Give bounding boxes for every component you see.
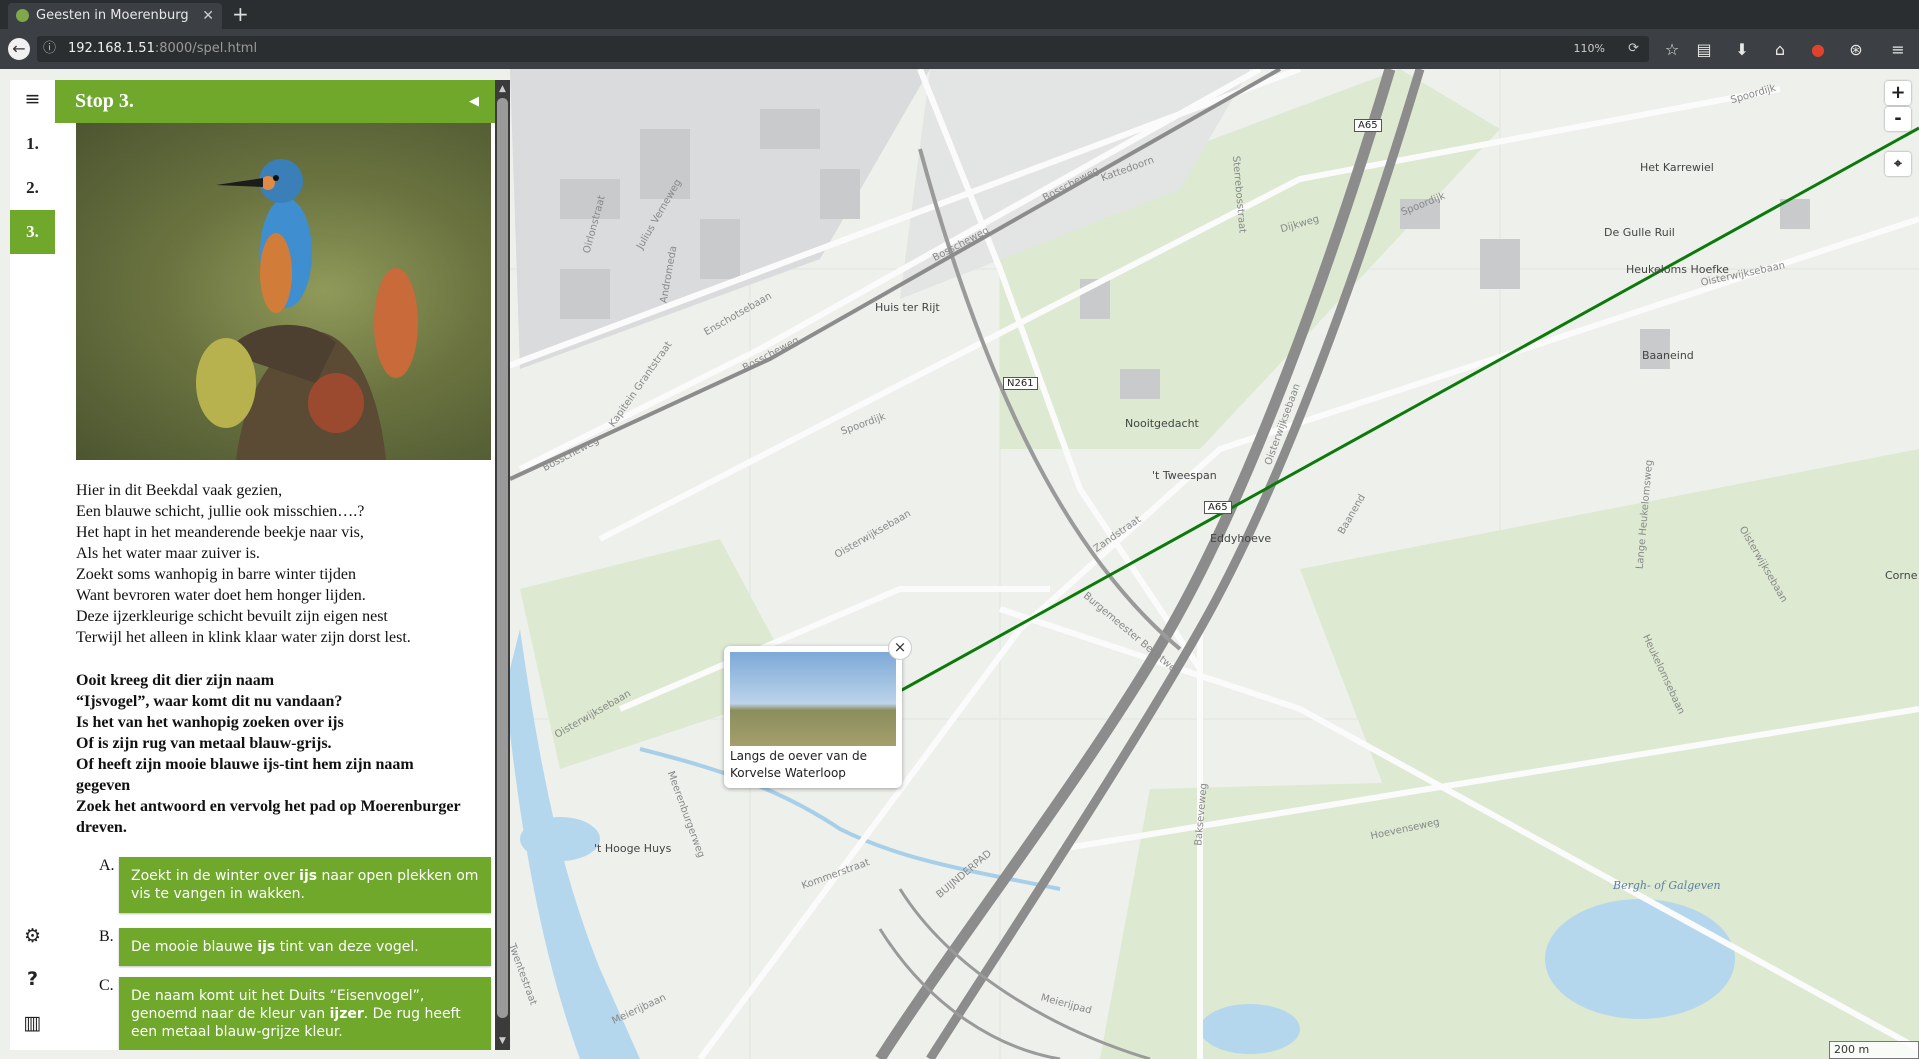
lake-label: Bergh- of Galgeven xyxy=(1613,879,1721,892)
road-shield: A65 xyxy=(1354,119,1382,132)
sidebar-item-stop-1[interactable]: 1. xyxy=(10,122,55,166)
place-label: Nooitgedacht xyxy=(1125,417,1199,430)
poem-line: Een blauwe schicht, jullie ook misschien… xyxy=(76,503,365,520)
question-line: Of heeft zijn mooie blauwe ijs-tint hem … xyxy=(76,756,414,794)
hamburger-icon[interactable]: ≡ xyxy=(10,88,55,110)
sidebar-item-stop-2[interactable]: 2. xyxy=(10,166,55,210)
place-label: Huis ter Rijt xyxy=(875,301,940,314)
answer-option-c[interactable]: De naam komt uit het Duits “Eisenvogel”,… xyxy=(119,977,491,1050)
zoom-in-button[interactable]: + xyxy=(1885,81,1911,105)
stop-panel: Stop 3. ◀ Hier in dit Beekdal vaak gezie… xyxy=(55,80,495,1050)
road-shield: N261 xyxy=(1003,377,1038,390)
location-pin-icon[interactable]: ⌖ xyxy=(1885,152,1911,176)
question-line: “Ijsvogel”, waar komt dit nu vandaan? xyxy=(76,693,343,710)
tab-title: Geesten in Moerenburg xyxy=(36,8,189,23)
question-line: Ooit kreeg dit dier zijn naam xyxy=(76,672,275,689)
scrollbar-thumb[interactable] xyxy=(497,98,508,1018)
sync-icon[interactable]: ⊛ xyxy=(1843,37,1869,63)
poem-line: Het hapt in het meanderende beekje naar … xyxy=(76,524,364,541)
gear-icon[interactable]: ⚙ xyxy=(10,925,55,947)
popup-caption: Langs de oever van de Korvelse Waterloop xyxy=(730,749,867,780)
option-letter: C. xyxy=(99,977,114,994)
question-line: Of is zijn rug van metaal blauw-grijs. xyxy=(76,735,332,752)
kingfisher-image xyxy=(76,123,491,460)
new-tab-button[interactable]: + xyxy=(232,0,249,29)
collapse-arrow-icon[interactable]: ◀ xyxy=(469,80,479,123)
zoom-level[interactable]: 110% xyxy=(1574,36,1605,62)
place-label: De Gulle Ruil xyxy=(1604,226,1675,239)
road-shield: A65 xyxy=(1204,501,1232,514)
url-text: 192.168.1.51:8000/spel.html xyxy=(68,41,258,56)
panel-header: Stop 3. ◀ xyxy=(55,80,495,123)
zoom-out-button[interactable]: - xyxy=(1885,107,1911,131)
place-label: Het Karrewiel xyxy=(1640,161,1714,174)
panel-title: Stop 3. xyxy=(75,90,134,112)
reading-list-icon[interactable]: ▤ xyxy=(1691,37,1717,63)
question-line: Zoek het antwoord en vervolg het pad op … xyxy=(76,798,461,836)
back-arrow-icon[interactable]: ← xyxy=(8,38,30,60)
download-icon[interactable]: ⬇ xyxy=(1729,37,1755,63)
reload-icon[interactable]: ⟳ xyxy=(1628,36,1639,62)
map-popup: Langs de oever van de Korvelse Waterloop… xyxy=(724,636,912,788)
tab-close-icon[interactable]: ✕ xyxy=(202,3,214,29)
place-label: Eddyhoeve xyxy=(1210,532,1272,545)
poem-line: Terwijl het alleen in klink klaar water … xyxy=(76,629,411,646)
poem-line: Als het water maar zuiver is. xyxy=(76,545,260,562)
kingfisher-illustration xyxy=(196,159,418,460)
poem-line: Deze ijzerkleurige schicht bevuilt zijn … xyxy=(76,608,388,625)
scroll-down-icon[interactable]: ▼ xyxy=(495,1034,510,1048)
question-line: Is het van het wanhopig zoeken over ijs xyxy=(76,714,344,731)
sidebar-rail: ≡ 1. 2. 3. ⚙ ? ▥ xyxy=(10,80,55,1050)
browser-nav-bar: ← ⓘ 192.168.1.51:8000/spel.html 110% ⟳ xyxy=(0,29,1919,69)
scale-bar: 200 m xyxy=(1829,1041,1919,1059)
browser-tab[interactable]: Geesten in Moerenburg ✕ xyxy=(8,3,222,29)
poem-line: Want bevroren water doet hem honger lijd… xyxy=(76,587,366,604)
bookmark-star-icon[interactable]: ☆ xyxy=(1659,37,1685,63)
home-icon[interactable]: ⌂ xyxy=(1767,37,1793,63)
extension-icon[interactable]: ● xyxy=(1805,37,1831,63)
panel-scrollbar[interactable]: ▲ ▼ xyxy=(495,80,510,1050)
map-icon[interactable]: ▥ xyxy=(10,1012,55,1034)
place-label: 't Hooge Huys xyxy=(594,842,672,855)
site-info-icon[interactable]: ⓘ xyxy=(43,36,56,62)
browser-tab-bar: Geesten in Moerenburg ✕ + xyxy=(0,0,1919,29)
popup-close-button[interactable]: × xyxy=(888,636,912,660)
question-icon[interactable]: ? xyxy=(10,968,55,990)
poem-line: Hier in dit Beekdal vaak gezien, xyxy=(76,482,283,499)
place-label: 't Tweespan xyxy=(1152,469,1217,482)
poem-line: Zoekt soms wanhopig in barre winter tijd… xyxy=(76,566,356,583)
place-label: Baaneind xyxy=(1642,349,1694,362)
answer-option-a[interactable]: Zoekt in de winter over ijs naar open pl… xyxy=(119,857,491,913)
option-letter: A. xyxy=(99,857,115,874)
question-text: Ooit kreeg dit dier zijn naam “Ijsvogel”… xyxy=(76,670,471,838)
place-label: Corne xyxy=(1885,569,1918,582)
url-bar[interactable]: ⓘ 192.168.1.51:8000/spel.html 110% ⟳ xyxy=(37,36,1649,62)
sidebar-item-stop-3[interactable]: 3. xyxy=(10,210,55,254)
popup-photo xyxy=(730,652,896,746)
option-letter: B. xyxy=(99,928,114,945)
scroll-up-icon[interactable]: ▲ xyxy=(495,82,510,96)
favicon-icon xyxy=(16,9,29,22)
poem-text: Hier in dit Beekdal vaak gezien, Een bla… xyxy=(76,480,491,648)
browser-menu-icon[interactable]: ≡ xyxy=(1885,37,1911,63)
answer-option-b[interactable]: De mooie blauwe ijs tint van deze vogel. xyxy=(119,928,491,966)
